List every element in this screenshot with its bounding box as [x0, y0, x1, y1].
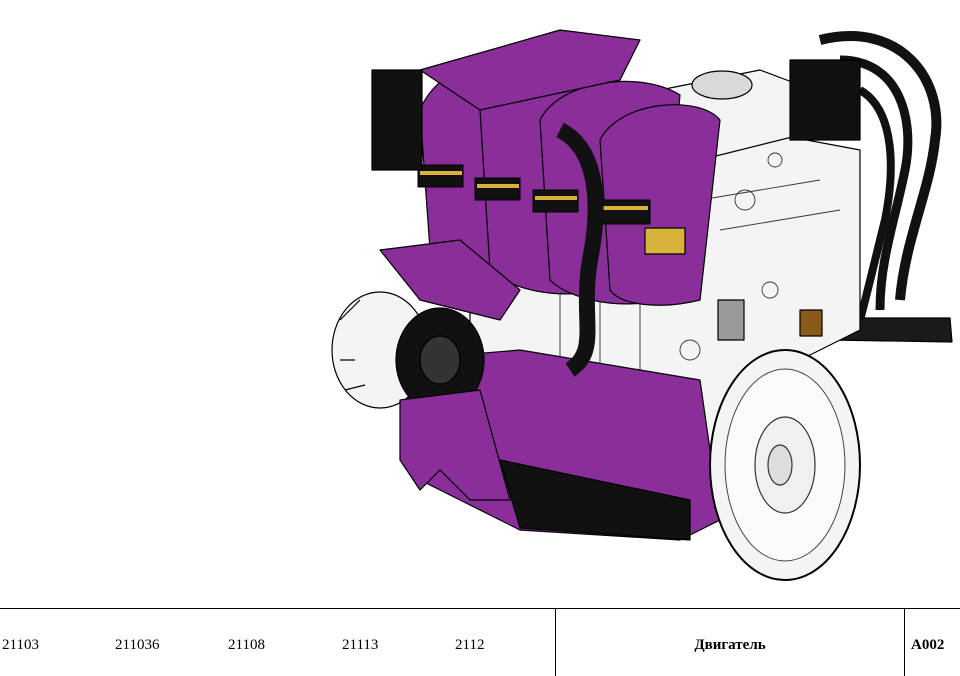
model-code: 21108 — [228, 637, 265, 653]
ignition-module — [789, 59, 861, 141]
model-code: 2112 — [455, 637, 485, 653]
ecu-box — [371, 69, 423, 171]
hose-rear-3 — [856, 86, 895, 322]
engine-drawing — [331, 29, 953, 581]
part-name: Двигатель — [694, 637, 766, 653]
flywheel — [709, 349, 861, 581]
model-code: 211036 — [115, 637, 160, 653]
model-code: 21113 — [342, 637, 379, 653]
engine-illustration — [331, 29, 953, 581]
divider — [904, 609, 905, 676]
catalog-page: 21103 211036 21108 21113 2112 Двигатель … — [0, 0, 960, 676]
sensor-1 — [644, 227, 686, 255]
sensor-2 — [717, 299, 745, 341]
oil-cap — [691, 70, 753, 100]
title-block: 21103 211036 21108 21113 2112 Двигатель … — [0, 608, 960, 676]
model-code: 21103 — [2, 637, 39, 653]
catalog-code: A002 — [911, 637, 945, 653]
sensor-3 — [799, 309, 823, 337]
